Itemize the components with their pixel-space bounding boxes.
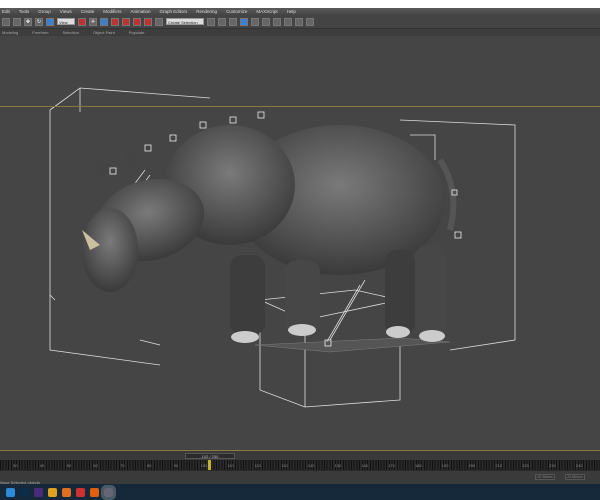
timeline-tick-label: 180	[415, 463, 422, 468]
timeline[interactable]: 102 / 250 30 40 50 60 70 80 90 100 110 120 130 140 1…	[0, 450, 600, 471]
menu-item[interactable]: Modifiers	[103, 9, 121, 14]
tab-selection[interactable]: Selection	[62, 30, 78, 35]
perspective-viewport[interactable]	[0, 36, 600, 450]
timeline-tick-label: 220	[522, 463, 529, 468]
app-red-taskbar-icon[interactable]	[76, 487, 85, 497]
timeline-tick-label: 80	[147, 463, 152, 468]
time-slider[interactable]: 102 / 250	[185, 453, 235, 459]
menu-item[interactable]: Create	[81, 9, 95, 14]
render-frame-icon[interactable]	[295, 17, 303, 26]
timeline-tick-label: 170	[388, 463, 395, 468]
pivot-icon[interactable]	[78, 17, 86, 26]
mirror-icon[interactable]	[207, 17, 215, 26]
scene-explorer-icon[interactable]	[240, 17, 248, 26]
material-editor-icon[interactable]	[273, 17, 281, 26]
rotate-icon[interactable]: ↻	[35, 17, 43, 26]
render-setup-icon[interactable]	[284, 17, 292, 26]
angle-snap-icon[interactable]	[122, 17, 130, 26]
app-orange-taskbar-icon[interactable]	[90, 487, 99, 497]
timeline-tick-label: 190	[441, 463, 449, 468]
timeline-tick-label: 140	[307, 463, 315, 468]
spinner-snap-icon[interactable]	[144, 17, 152, 26]
select-region-icon[interactable]	[2, 17, 10, 26]
main-toolbar: ✥ ↻ View ✛ Create Selection Set	[0, 15, 600, 32]
blender-taskbar-icon[interactable]	[62, 487, 71, 497]
timeline-tick-label: 90	[173, 463, 179, 468]
timeline-tick-label: 230	[549, 463, 556, 468]
3dsmax-taskbar-icon[interactable]	[101, 484, 116, 500]
menu-bar: Edit Tools Group Views Create Modifiers …	[0, 8, 600, 15]
photoshop-taskbar-icon[interactable]	[20, 487, 29, 497]
timeline-tick-label: 110	[227, 463, 234, 468]
menu-item[interactable]: Rendering	[196, 9, 217, 14]
timeline-tick-label: 120	[254, 463, 261, 468]
premiere-taskbar-icon[interactable]	[34, 487, 43, 497]
rhino-body	[82, 125, 457, 343]
edit-named-selection-icon[interactable]	[155, 17, 163, 26]
menu-item[interactable]: Edit	[2, 9, 10, 14]
chrome-taskbar-icon[interactable]	[48, 487, 57, 497]
menu-item[interactable]: Help	[287, 9, 296, 14]
timeline-tick-label: 30	[13, 463, 18, 468]
align-icon[interactable]	[218, 17, 226, 26]
timeline-tick-label: 160	[361, 463, 369, 468]
window-crossing-icon[interactable]	[13, 17, 21, 26]
timeline-tick-label: 60	[93, 463, 98, 468]
reference-coordinate-dropdown[interactable]: View	[57, 18, 75, 25]
scale-icon[interactable]	[46, 17, 54, 26]
file-explorer-taskbar-icon[interactable]	[6, 487, 15, 497]
tab-object-paint[interactable]: Object Paint	[93, 30, 115, 35]
status-bar: None Selected objects -26.954cm -20.654c…	[0, 470, 600, 485]
y-coordinate-field[interactable]: -20.654cm	[565, 474, 585, 480]
menu-item[interactable]: Tools	[19, 9, 30, 14]
select-manipulate-icon[interactable]: ✛	[89, 17, 97, 26]
timeline-tick-label: 40	[39, 463, 45, 468]
menu-item[interactable]: Views	[60, 9, 72, 14]
timeline-tick-label: 100	[200, 463, 208, 468]
menu-item[interactable]: Animation	[131, 9, 151, 14]
current-frame-marker[interactable]	[208, 460, 211, 470]
timeline-tick-label: 130	[281, 463, 288, 468]
timeline-tick-label: 200	[468, 463, 476, 468]
timeline-tick-label: 70	[120, 463, 125, 468]
tab-modeling[interactable]: Modeling	[2, 30, 18, 35]
layer-icon[interactable]	[229, 17, 237, 26]
windows-taskbar	[0, 484, 600, 500]
timeline-tick-label: 150	[334, 463, 342, 468]
x-coordinate-field[interactable]: -26.954cm	[535, 474, 555, 480]
snap-icon[interactable]	[111, 17, 119, 26]
curve-editor-icon[interactable]	[251, 17, 259, 26]
timeline-tick-label: 50	[66, 463, 72, 468]
viewport-border	[0, 106, 600, 107]
rhino-model	[49, 87, 516, 408]
timeline-tick-label: 240	[575, 463, 583, 468]
tab-populate[interactable]: Populate	[129, 30, 145, 35]
menu-item[interactable]: Customize	[226, 9, 247, 14]
menu-item[interactable]: Group	[38, 9, 51, 14]
named-selection-dropdown[interactable]: Create Selection Set	[166, 18, 204, 32]
timeline-tick-label: 210	[495, 463, 503, 468]
tab-freeform[interactable]: Freeform	[32, 30, 48, 35]
keyboard-shortcut-icon[interactable]	[100, 17, 108, 26]
menu-item[interactable]: MAXScript	[256, 9, 277, 14]
percent-snap-icon[interactable]	[133, 17, 141, 26]
menu-item[interactable]: Graph Editors	[160, 9, 188, 14]
title-bar	[0, 0, 600, 8]
schematic-view-icon[interactable]	[262, 17, 270, 26]
render-icon[interactable]	[306, 17, 314, 26]
move-icon[interactable]: ✥	[24, 17, 32, 26]
ribbon-tabs: Modeling Freeform Selection Object Paint…	[0, 29, 600, 36]
